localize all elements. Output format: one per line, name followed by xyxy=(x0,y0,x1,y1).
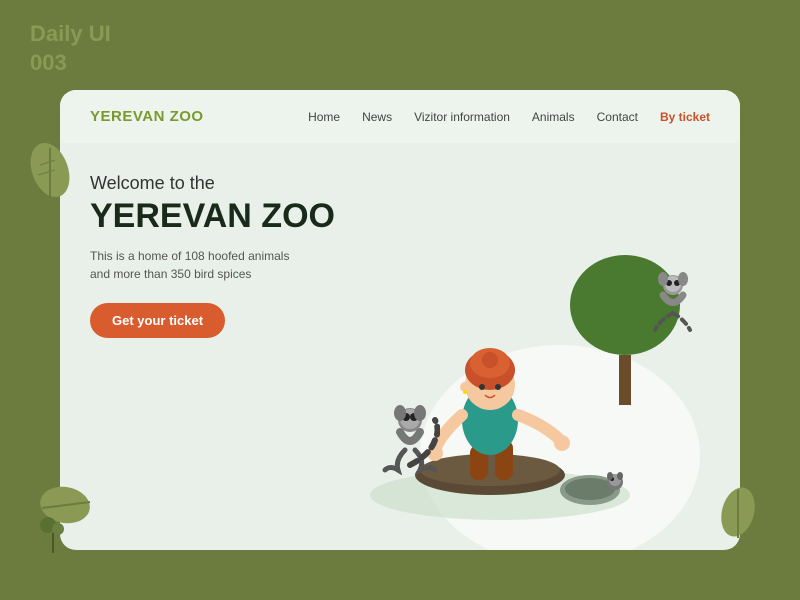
lemur-right xyxy=(645,265,700,335)
description: This is a home of 108 hoofed animalsand … xyxy=(90,247,310,283)
nav-home[interactable]: Home xyxy=(308,110,340,124)
nav-news[interactable]: News xyxy=(362,110,392,124)
nav-ticket[interactable]: By ticket xyxy=(660,110,710,124)
cta-button[interactable]: Get your ticket xyxy=(90,303,225,338)
tree-trunk xyxy=(619,355,631,405)
main-card: YEREVAN ZOO Home News Vizitor informatio… xyxy=(60,90,740,550)
plant-decoration xyxy=(38,515,68,555)
illustration xyxy=(360,255,720,535)
lemur-left xyxy=(380,395,440,475)
hero-section: Welcome to the YEREVAN ZOO This is a hom… xyxy=(60,143,740,545)
zoo-title: YEREVAN ZOO xyxy=(90,198,335,235)
nav-contact[interactable]: Contact xyxy=(597,110,638,124)
logo: YEREVAN ZOO xyxy=(90,108,204,125)
small-animal xyxy=(600,470,630,495)
nav-visitor[interactable]: Vizitor information xyxy=(414,110,510,124)
leaf-bottom-right xyxy=(710,480,765,545)
nav-animals[interactable]: Animals xyxy=(532,110,575,124)
daily-ui-label: Daily UI 003 xyxy=(30,20,111,77)
navbar: YEREVAN ZOO Home News Vizitor informatio… xyxy=(60,90,740,143)
welcome-text: Welcome to the xyxy=(90,173,335,194)
nav-links: Home News Vizitor information Animals Co… xyxy=(308,110,710,124)
leaf-top-left xyxy=(20,140,80,220)
hero-text: Welcome to the YEREVAN ZOO This is a hom… xyxy=(90,173,335,338)
